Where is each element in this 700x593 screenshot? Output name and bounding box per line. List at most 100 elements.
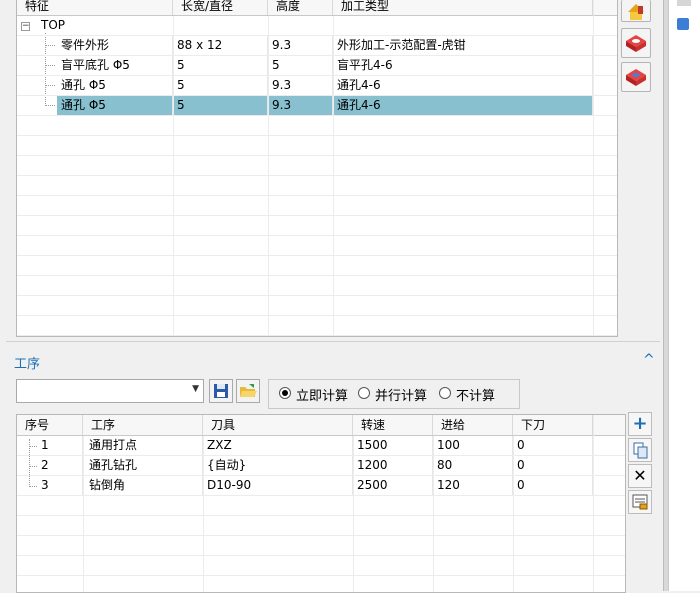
process-row[interactable]: 1 通用打点 ZXZ 1500 100 0: [17, 436, 625, 456]
folder-open-icon: [240, 384, 257, 397]
open-button[interactable]: [236, 379, 260, 403]
column-divider: [353, 436, 354, 592]
red-block-icon: [626, 69, 646, 86]
feature-row[interactable]: 零件外形 88 x 12 9.3 外形加工-示范配置-虎钳: [17, 36, 617, 56]
process-template-combo[interactable]: ▼: [16, 379, 204, 403]
cube-icon[interactable]: [677, 18, 689, 30]
collapse-icon[interactable]: −: [21, 22, 30, 31]
radio-parallel[interactable]: [358, 387, 370, 399]
process-feed: 100: [433, 436, 513, 455]
col-feature[interactable]: 特征: [17, 0, 173, 15]
radio-label: 立即计算: [296, 389, 349, 404]
feature-type: 外形加工-示范配置-虎钳: [333, 36, 593, 55]
feature-type: 通孔4-6: [333, 96, 593, 115]
radio-label: 并行计算: [375, 389, 428, 404]
empty-row: [17, 576, 625, 592]
close-icon: ✕: [633, 466, 647, 485]
feature-table[interactable]: 特征 长宽/直径 高度 加工类型 − TOP 零件外形 88 x 12 9.3 …: [16, 0, 618, 337]
red-block-icon: [626, 35, 646, 52]
empty-row: [17, 216, 617, 236]
column-divider: [593, 415, 594, 592]
feature-row[interactable]: 盲平底孔 Φ5 5 5 盲平孔4-6: [17, 56, 617, 76]
feature-name: 通孔 Φ5: [57, 76, 173, 95]
collapse-chevron-icon[interactable]: ^: [643, 352, 655, 368]
radio-none[interactable]: [439, 387, 451, 399]
chevron-down-icon[interactable]: ▼: [192, 384, 199, 394]
empty-row: [17, 136, 617, 156]
feature-type: 通孔4-6: [333, 76, 593, 95]
column-divider: [333, 16, 334, 336]
process-row[interactable]: 2 通孔钻孔 {自动} 1200 80 0: [17, 456, 625, 476]
col-speed[interactable]: 转速: [353, 415, 433, 435]
feature-type: 盲平孔4-6: [333, 56, 593, 75]
pane-tab[interactable]: [677, 0, 691, 6]
feature-row[interactable]: 通孔 Φ5 5 9.3 通孔4-6: [17, 76, 617, 96]
feature-size: 5: [173, 96, 268, 115]
calc-mode-group: 立即计算 并行计算 不计算: [268, 379, 520, 409]
save-button[interactable]: [209, 379, 233, 403]
empty-row: [17, 316, 617, 336]
col-height[interactable]: 高度: [268, 0, 333, 15]
column-divider: [513, 436, 514, 592]
empty-row: [17, 176, 617, 196]
empty-row: [17, 556, 625, 576]
col-type[interactable]: 加工类型: [333, 0, 593, 15]
empty-row: [17, 536, 625, 556]
process-no: 2: [37, 456, 83, 475]
copy-icon: [633, 442, 648, 459]
process-op: 通用打点: [83, 436, 203, 455]
tree-root-row[interactable]: − TOP: [17, 16, 617, 36]
process-speed: 1500: [353, 436, 433, 455]
col-operation[interactable]: 工序: [83, 415, 203, 435]
feature-name: 通孔 Φ5: [57, 96, 173, 115]
column-divider: [173, 16, 174, 336]
form-icon: [632, 494, 648, 510]
process-no: 1: [37, 436, 83, 455]
process-row[interactable]: 3 钻倒角 D10-90 2500 120 0: [17, 476, 625, 496]
feature-add-button[interactable]: [621, 28, 651, 58]
process-speed: 1200: [353, 456, 433, 475]
feature-height: 9.3: [268, 76, 333, 95]
empty-row: [17, 496, 625, 516]
empty-row: [17, 256, 617, 276]
column-divider: [433, 436, 434, 592]
right-pane: [668, 0, 700, 591]
feature-height: 5: [268, 56, 333, 75]
process-settings-button[interactable]: [628, 490, 652, 514]
col-size[interactable]: 长宽/直径: [173, 0, 268, 15]
col-plunge[interactable]: 下刀: [513, 415, 593, 435]
feature-table-header: 特征 长宽/直径 高度 加工类型: [17, 0, 617, 16]
col-tool[interactable]: 刀具: [203, 415, 353, 435]
plus-icon: +: [632, 413, 648, 434]
radio-immediate[interactable]: [279, 387, 291, 399]
process-no: 3: [37, 476, 83, 495]
process-plunge: 0: [513, 436, 593, 455]
section-title: 工序: [14, 357, 41, 372]
tree-root-label: TOP: [41, 18, 66, 32]
feature-size: 5: [173, 76, 268, 95]
col-no[interactable]: 序号: [17, 415, 83, 435]
empty-row: [17, 236, 617, 256]
column-divider: [83, 436, 84, 592]
col-feed[interactable]: 进给: [433, 415, 513, 435]
process-feed: 120: [433, 476, 513, 495]
feature-size: 88 x 12: [173, 36, 268, 55]
process-feed: 80: [433, 456, 513, 475]
feature-edit-button[interactable]: [621, 62, 651, 92]
process-table-header: 序号 工序 刀具 转速 进给 下刀: [17, 415, 625, 436]
copy-process-button[interactable]: [628, 438, 652, 462]
feature-size: 5: [173, 56, 268, 75]
process-tool: D10-90: [203, 476, 353, 495]
feature-row-selected[interactable]: 通孔 Φ5 5 9.3 通孔4-6: [17, 96, 617, 116]
delete-process-button[interactable]: ✕: [628, 464, 652, 488]
process-op: 通孔钻孔: [83, 456, 203, 475]
process-speed: 2500: [353, 476, 433, 495]
add-process-button[interactable]: +: [628, 412, 652, 436]
empty-row: [17, 156, 617, 176]
empty-row: [17, 196, 617, 216]
column-divider: [203, 436, 204, 592]
feature-tool-button[interactable]: [621, 0, 651, 22]
feature-height: 9.3: [268, 36, 333, 55]
process-table[interactable]: 序号 工序 刀具 转速 进给 下刀 1 通用打点 ZXZ 1500 100 0 …: [16, 414, 626, 593]
empty-row: [17, 116, 617, 136]
